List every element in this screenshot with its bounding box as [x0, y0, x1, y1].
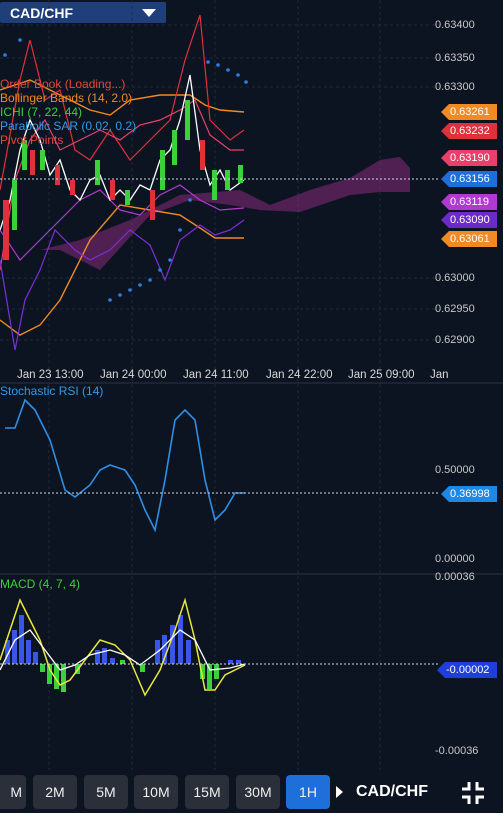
macd-y-label: 0.00036: [435, 571, 475, 583]
indicator-pivot-points[interactable]: Pivot Points: [0, 133, 63, 147]
stoch-y-label: 0.50000: [435, 464, 475, 476]
price-tag-bollinger-lower: 0.63061: [441, 231, 497, 247]
price-tag-current: 0.63156: [441, 171, 497, 187]
x-axis-label: Jan: [430, 369, 449, 381]
macd-y-label: -0.00036: [435, 745, 479, 757]
x-axis-label: Jan 24 11:00: [183, 369, 249, 381]
timeframe-10m-button[interactable]: 10M: [134, 775, 178, 809]
macd-value-tag: -0.00002: [437, 662, 497, 678]
timeframe-toolbar: M 2M 5M 10M 15M 30M 1H CAD/CHF: [0, 773, 503, 813]
x-axis-label: Jan 24 22:00: [266, 369, 333, 381]
y-axis-label: 0.63350: [435, 52, 475, 64]
y-axis-label: 0.62950: [435, 303, 475, 315]
fullscreen-icon[interactable]: [459, 779, 487, 807]
x-axis-label: Jan 25 09:00: [348, 369, 415, 381]
timeframe-15m-button[interactable]: 15M: [185, 775, 229, 809]
indicator-order-book[interactable]: Order Book (Loading...): [0, 77, 125, 91]
timeframe-m-button[interactable]: M: [0, 775, 26, 809]
x-axis-label: Jan 23 13:00: [17, 369, 84, 381]
stoch-rsi-line: [5, 398, 245, 533]
indicator-parabolic-sar[interactable]: Parabolic SAR (0.02, 0.2): [0, 119, 136, 133]
timeframe-5m-button[interactable]: 5M: [84, 775, 128, 809]
price-tag-pivot: 0.63232: [441, 123, 497, 139]
x-axis-label: Jan 24 00:00: [100, 369, 167, 381]
indicator-bollinger[interactable]: Bollinger Bands (14, 2.0): [0, 91, 132, 105]
stoch-y-label: 0.00000: [435, 553, 475, 565]
y-axis-label: 0.62900: [435, 334, 475, 346]
stoch-value-tag: 0.36998: [441, 486, 497, 502]
triangle-right-icon: [336, 786, 343, 798]
price-tag-ichimoku-2: 0.63090: [441, 212, 497, 228]
timeframe-1h-button[interactable]: 1H: [286, 775, 330, 809]
price-tag-ichimoku-1: 0.63119: [441, 194, 497, 210]
indicator-ichimoku[interactable]: ICHI (7, 22, 44): [0, 105, 82, 119]
stoch-rsi-title[interactable]: Stochastic RSI (14): [0, 384, 103, 398]
price-tag-order-book: 0.63190: [441, 150, 497, 166]
toolbar-pair-label[interactable]: CAD/CHF: [356, 783, 428, 801]
price-tag-bollinger-upper: 0.63261: [441, 104, 497, 120]
y-axis-label: 0.63400: [435, 19, 475, 31]
timeframe-2m-button[interactable]: 2M: [33, 775, 77, 809]
timeframe-30m-button[interactable]: 30M: [236, 775, 280, 809]
macd-title[interactable]: MACD (4, 7, 4): [0, 577, 80, 591]
y-axis-label: 0.63300: [435, 81, 475, 93]
y-axis-label: 0.63000: [435, 272, 475, 284]
